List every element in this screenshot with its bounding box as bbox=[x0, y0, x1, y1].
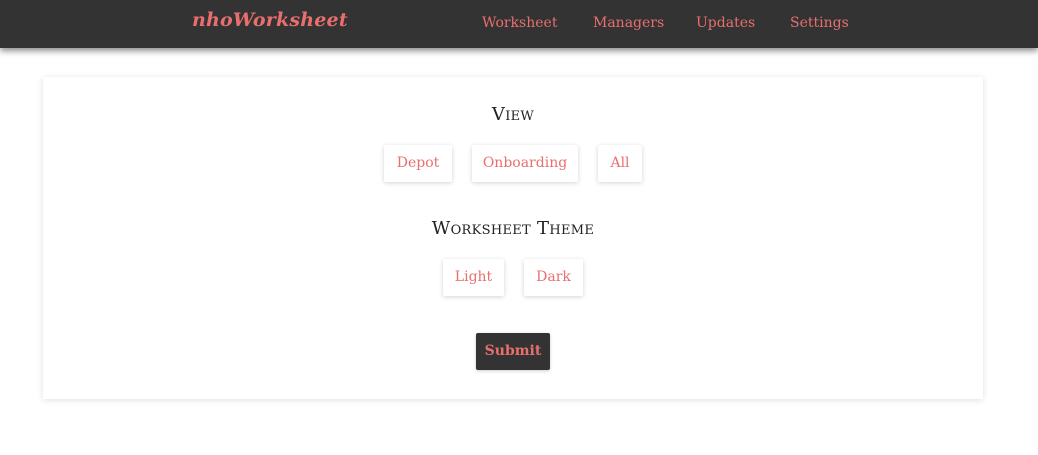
nav-link-updates[interactable]: Updates bbox=[696, 15, 755, 31]
theme-option-light-button[interactable]: Light bbox=[443, 259, 504, 296]
nav-link-worksheet[interactable]: Worksheet bbox=[482, 15, 557, 31]
top-navbar: nhoWorksheet Worksheet Managers Updates … bbox=[0, 0, 1038, 48]
view-option-depot-button[interactable]: Depot bbox=[384, 145, 452, 182]
view-section-title: View bbox=[491, 104, 535, 125]
view-option-onboarding-button[interactable]: Onboarding bbox=[472, 145, 578, 182]
theme-option-dark-button[interactable]: Dark bbox=[524, 259, 583, 296]
submit-button[interactable]: Submit bbox=[476, 333, 550, 370]
settings-card: View Depot Onboarding All Worksheet Them… bbox=[43, 77, 983, 399]
theme-section-title: Worksheet Theme bbox=[431, 218, 595, 239]
brand-logo[interactable]: nhoWorksheet bbox=[192, 9, 348, 31]
nav-link-managers[interactable]: Managers bbox=[593, 15, 664, 31]
nav-link-settings[interactable]: Settings bbox=[790, 15, 849, 31]
view-option-all-button[interactable]: All bbox=[598, 145, 642, 182]
